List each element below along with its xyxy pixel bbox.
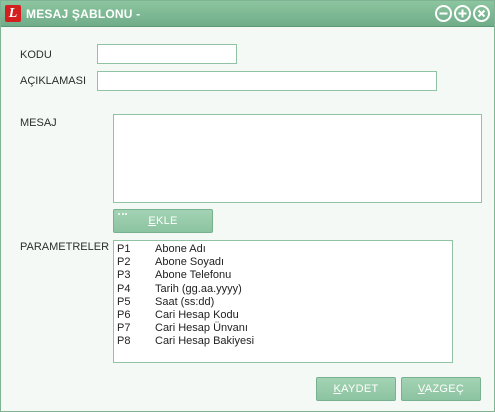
parameter-row[interactable]: P2 Abone Soyadı xyxy=(117,256,449,269)
parameter-code: P1 xyxy=(117,243,131,255)
parameter-name: Cari Hesap Bakiyesi xyxy=(155,335,255,348)
mesaj-sablonu-window: L MESAJ ŞABLONU - KODU AÇIKLAMASI MESAJ xyxy=(0,0,495,412)
maximize-icon xyxy=(458,9,467,18)
kodu-input[interactable] xyxy=(97,44,237,64)
grip-dots-icon xyxy=(118,213,127,215)
minimize-icon xyxy=(439,12,448,15)
vazgec-button-hotkey: V xyxy=(417,383,425,395)
parameter-name: Saat (ss:dd) xyxy=(155,295,215,308)
parameter-code: P2 xyxy=(117,256,131,269)
parameter-row[interactable]: P7 Cari Hesap Ünvanı xyxy=(117,322,449,335)
ekle-button-hotkey: E xyxy=(148,215,156,227)
kodu-label: KODU xyxy=(20,49,52,61)
mesaj-label: MESAJ xyxy=(20,117,57,129)
close-button[interactable] xyxy=(473,5,490,22)
parameter-name: Cari Hesap Ünvanı xyxy=(155,322,248,335)
parameter-code: P7 xyxy=(117,322,131,335)
vazgec-button[interactable]: VAZGEÇ xyxy=(401,377,481,401)
app-logo-icon: L xyxy=(5,5,21,22)
parameter-name: Abone Telefonu xyxy=(155,269,232,282)
parameter-row[interactable]: P8 Cari Hesap Bakiyesi xyxy=(117,335,449,348)
parameter-code: P4 xyxy=(117,282,131,295)
parameter-row[interactable]: P1 Abone Adı xyxy=(117,243,449,256)
kaydet-button[interactable]: KAYDET xyxy=(316,377,396,401)
parameter-name: Tarih (gg.aa.yyyy) xyxy=(155,282,242,295)
parameter-name: Abone Soyadı xyxy=(155,256,225,269)
kaydet-button-label: AYDET xyxy=(341,383,379,395)
parameter-row[interactable]: P3 Abone Telefonu xyxy=(117,269,449,282)
parameter-row[interactable]: P6 Cari Hesap Kodu xyxy=(117,309,449,322)
parameter-code: P8 xyxy=(117,335,131,348)
close-icon xyxy=(477,9,486,18)
parameter-list[interactable]: P1 Abone Adı P2 Abone Soyadı P3 Abone Telef… xyxy=(113,240,453,363)
mesaj-textarea[interactable] xyxy=(113,114,482,203)
parameter-code: P6 xyxy=(117,308,131,321)
parameter-code: P5 xyxy=(117,295,131,308)
aciklama-label: AÇIKLAMASI xyxy=(20,75,87,87)
vazgec-button-label: AZGEÇ xyxy=(424,383,465,395)
parameter-row[interactable]: P5 Saat (ss:dd) xyxy=(117,296,449,309)
maximize-button[interactable] xyxy=(454,5,471,22)
ekle-button-label: KLE xyxy=(155,215,178,227)
parameter-row[interactable]: P4 Tarih (gg.aa.yyyy) xyxy=(117,283,449,296)
aciklama-input[interactable] xyxy=(97,71,437,91)
parameter-name: Abone Adı xyxy=(155,243,206,255)
parametreler-label: PARAMETRELER xyxy=(20,241,110,253)
kaydet-button-hotkey: K xyxy=(333,383,342,395)
minimize-button[interactable] xyxy=(435,5,452,22)
window-title: MESAJ ŞABLONU - xyxy=(26,7,141,21)
title-bar[interactable]: L MESAJ ŞABLONU - xyxy=(1,1,494,27)
parameter-code: P3 xyxy=(117,269,131,282)
parameter-name: Cari Hesap Kodu xyxy=(155,308,239,321)
ekle-button[interactable]: EKLE xyxy=(113,209,213,233)
